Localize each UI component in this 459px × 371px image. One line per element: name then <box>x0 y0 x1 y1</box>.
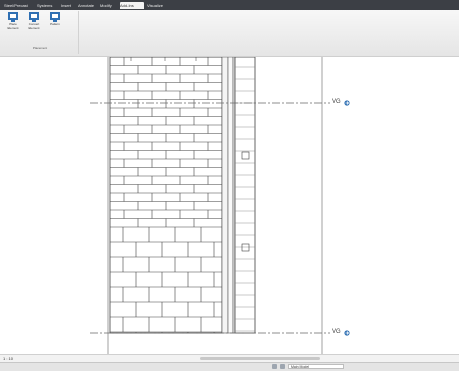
tab-visualize[interactable]: Visualize <box>147 2 165 9</box>
pattern-label: Pattern <box>50 22 60 26</box>
brick-wall <box>109 57 223 334</box>
drawing-canvas[interactable]: VG VG <box>0 57 459 354</box>
pattern-button[interactable]: Pattern <box>47 11 63 41</box>
tab-modify[interactable]: Modify <box>100 2 118 9</box>
level-label-lower[interactable]: VG <box>332 329 341 336</box>
tab-insert[interactable]: Insert <box>61 2 75 9</box>
convert-element-label: Convert Element <box>28 22 40 30</box>
tab-annotate[interactable]: Annotate <box>78 2 98 9</box>
convert-element-button[interactable]: Convert Element <box>26 11 42 41</box>
filter-icon[interactable] <box>280 364 285 369</box>
inner-leaf <box>234 57 256 334</box>
horizontal-scrollbar[interactable] <box>200 357 320 360</box>
level-head-icon[interactable] <box>344 100 350 106</box>
workset-icon[interactable] <box>272 364 277 369</box>
tab-add-ins[interactable]: Add-Ins <box>120 2 144 9</box>
air-cavity <box>221 57 229 334</box>
insulation-layer <box>227 57 234 334</box>
wall-elevation-drawing <box>90 57 330 354</box>
view-control-bar: 1 : 10 <box>0 354 459 362</box>
ribbon: Place Element Convert Element Pattern Pl… <box>0 10 459 57</box>
tab-systems[interactable]: Systems <box>37 2 58 9</box>
view-scale[interactable]: 1 : 10 <box>3 356 13 361</box>
brick-courses <box>110 57 222 333</box>
panel-title: Placement <box>32 46 48 50</box>
placement-panel: Place Element Convert Element Pattern Pl… <box>2 11 79 54</box>
level-label-upper[interactable]: VG <box>332 99 341 106</box>
model-selector[interactable]: Main Model <box>288 364 344 369</box>
ribbon-tab-bar: Steel/Precast Systems Insert Annotate Mo… <box>0 0 459 10</box>
place-element-button[interactable]: Place Element <box>5 11 21 41</box>
place-element-label: Place Element <box>7 22 19 30</box>
level-head-icon[interactable] <box>344 330 350 336</box>
tab-steel-precast[interactable]: Steel/Precast <box>4 2 34 9</box>
